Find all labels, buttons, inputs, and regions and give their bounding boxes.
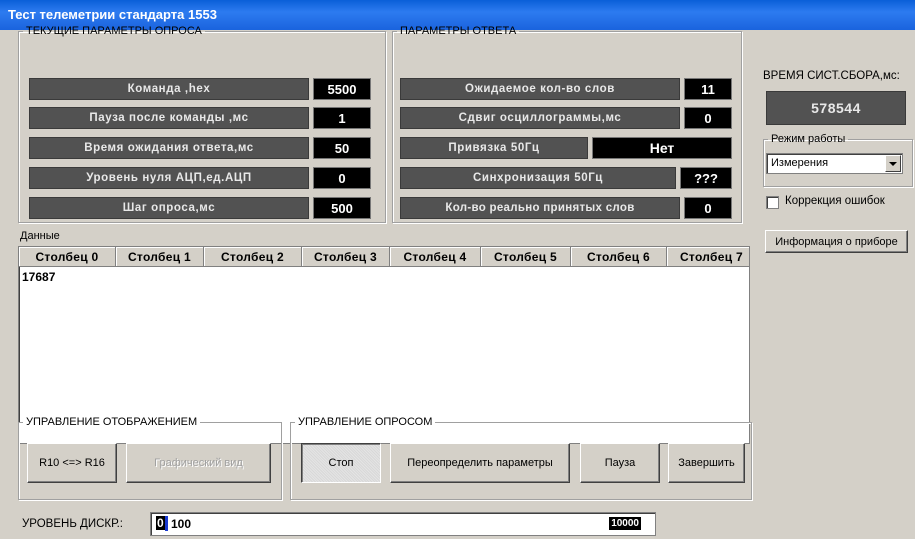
discr-level-value: 100 [171,517,192,531]
data-grid[interactable]: Столбец 0 Столбец 1 Столбец 2 Столбец 3 … [18,246,750,444]
received-words-value: 0 [684,197,732,219]
poll-step-value: 500 [313,197,371,219]
column-header-7[interactable]: Столбец 7 [667,247,749,266]
data-grid-legend: Данные [20,230,60,242]
column-header-4[interactable]: Столбец 4 [390,247,481,266]
stop-button[interactable]: Стоп [301,443,381,483]
pause-button[interactable]: Пауза [580,443,660,483]
query-params-legend: ТЕКУЩИЕ ПАРАМЕТРЫ ОПРОСА [26,25,202,37]
mode-legend: Режим работы [771,133,846,145]
expected-words-value: 11 [684,78,732,100]
poll-step-label: Шаг опроса,мс [29,197,309,219]
response-timeout-value: 50 [313,137,371,159]
column-header-1[interactable]: Столбец 1 [116,247,204,266]
main-window: ТЕКУЩИЕ ПАРАМЕТРЫ ОПРОСА Команда ,hex 55… [0,25,915,539]
mode-selected-value: Измерения [771,157,829,169]
adc-zero-row: Уровень нуля АЦП,ед.АЦП 0 [29,167,371,189]
osc-shift-value: 0 [684,107,732,129]
display-control-legend: УПРАВЛЕНИЕ ОТОБРАЖЕНИЕМ [26,416,198,428]
sync50-bind-value: Нет [592,137,732,159]
expected-words-label: Ожидаемое кол-во слов [400,78,680,100]
sync50-value: ??? [680,167,732,189]
column-header-0[interactable]: Столбец 0 [19,247,116,266]
graph-view-button[interactable]: Графический вид [126,443,271,483]
mode-select[interactable]: Измерения [766,153,903,174]
sync50-bind-row: Привязка 50Гц Нет [400,137,732,159]
command-row: Команда ,hex 5500 [29,78,371,100]
data-grid-header: Столбец 0 Столбец 1 Столбец 2 Столбец 3 … [19,247,749,267]
discr-level-label: УРОВЕНЬ ДИСКР.: [22,518,124,530]
mode-dropdown-button[interactable] [885,155,901,172]
error-correction-label: Коррекция ошибок [785,195,885,207]
device-info-button[interactable]: Информация о приборе [765,230,908,253]
pause-after-command-label: Пауза после команды ,мс [29,107,309,129]
chevron-down-icon [889,161,897,166]
adc-zero-value: 0 [313,167,371,189]
slider-thumb[interactable] [165,516,168,531]
column-header-2[interactable]: Столбец 2 [204,247,302,266]
discr-level-max: 10000 [609,517,641,530]
response-params-legend: ПАРАМЕТРЫ ОТВЕТА [400,25,517,37]
response-timeout-label: Время ожидания ответа,мс [29,137,309,159]
sync50-row: Синхронизация 50Гц ??? [400,167,732,189]
response-timeout-row: Время ожидания ответа,мс 50 [29,137,371,159]
column-header-5[interactable]: Столбец 5 [481,247,571,266]
finish-button[interactable]: Завершить [668,443,745,483]
expected-words-row: Ожидаемое кол-во слов 11 [400,78,732,100]
osc-shift-row: Сдвиг осциллограммы,мс 0 [400,107,732,129]
window-title: Тест телеметрии стандарта 1553 [8,7,217,22]
received-words-label: Кол-во реально принятых слов [400,197,680,219]
discr-level-min: 0 [156,516,165,530]
error-correction-checkbox[interactable] [766,196,779,209]
sync50-bind-label: Привязка 50Гц [400,137,588,159]
sys-time-label: ВРЕМЯ СИСТ.СБОРА,мс: [763,70,900,82]
column-header-3[interactable]: Столбец 3 [302,247,390,266]
table-cell: 17687 [22,270,56,284]
pause-after-command-value: 1 [313,107,371,129]
column-header-6[interactable]: Столбец 6 [571,247,667,266]
poll-step-row: Шаг опроса,мс 500 [29,197,371,219]
command-value: 5500 [313,78,371,100]
sync50-label: Синхронизация 50Гц [400,167,676,189]
pause-after-command-row: Пауза после команды ,мс 1 [29,107,371,129]
poll-control-legend: УПРАВЛЕНИЕ ОПРОСОМ [298,416,433,428]
sys-time-value: 578544 [766,91,906,125]
radix-toggle-button[interactable]: R10 <=> R16 [27,443,117,483]
redefine-params-button[interactable]: Переопределить параметры [390,443,570,483]
discr-level-slider[interactable]: 0 100 10000 [150,512,656,536]
command-label: Команда ,hex [29,78,309,100]
osc-shift-label: Сдвиг осциллограммы,мс [400,107,680,129]
adc-zero-label: Уровень нуля АЦП,ед.АЦП [29,167,309,189]
received-words-row: Кол-во реально принятых слов 0 [400,197,732,219]
